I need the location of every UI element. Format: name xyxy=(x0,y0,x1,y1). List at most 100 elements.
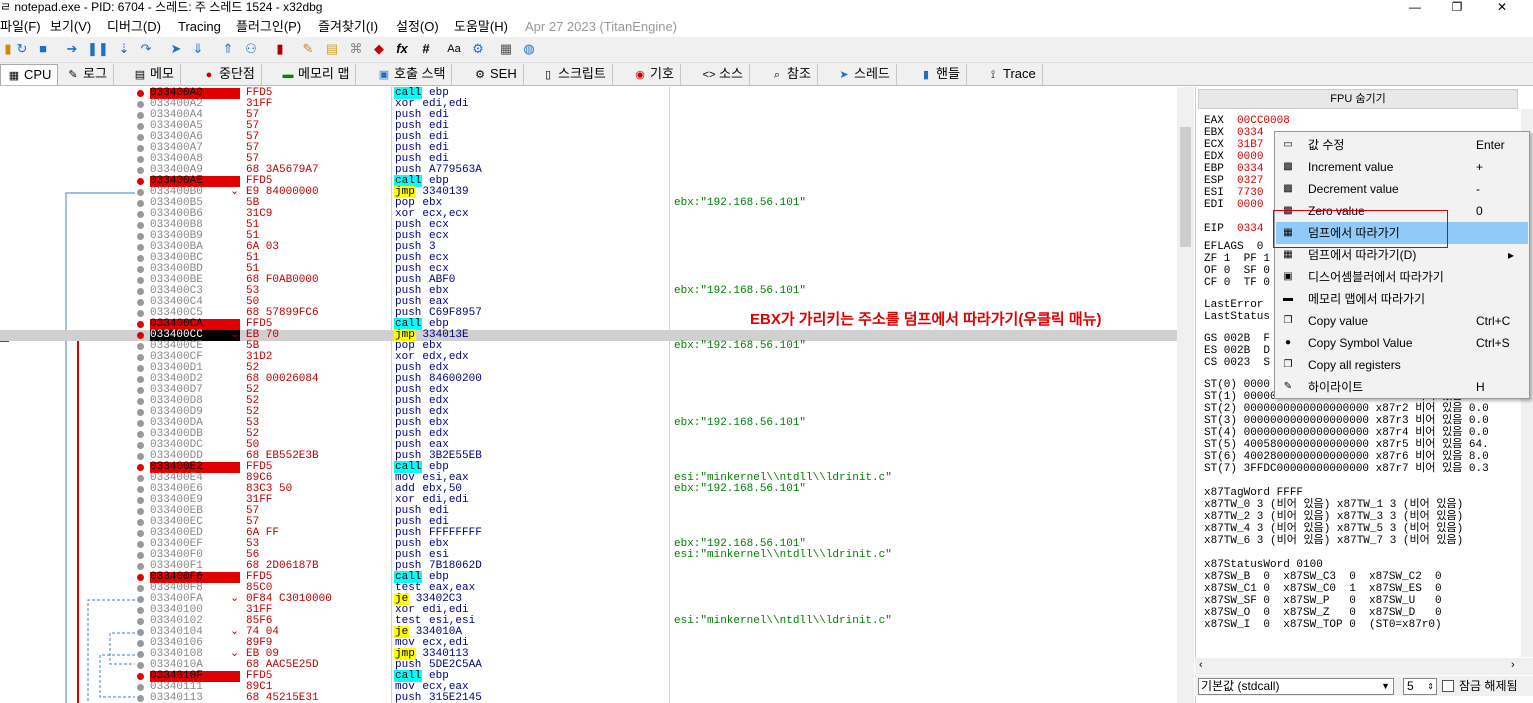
context-menu-item[interactable]: ▩ Decrement value - xyxy=(1276,178,1528,200)
registers-hscrollbar[interactable]: ‹ › xyxy=(1195,658,1533,675)
segment-row[interactable]: GS 002B F xyxy=(1204,333,1270,345)
minimize-button[interactable]: — xyxy=(1400,0,1430,16)
last-error-row[interactable]: LastStatus xyxy=(1204,311,1270,323)
breakpoint-dot-icon[interactable] xyxy=(137,596,144,603)
scroll-right-icon[interactable]: › xyxy=(1511,659,1515,671)
status-word-row[interactable]: x87SW_I 0 x87SW_TOP 0 (ST0=x87r0) xyxy=(1204,619,1442,631)
breakpoint-dot-icon[interactable] xyxy=(137,574,144,581)
register-row[interactable]: EDI 0000 xyxy=(1204,199,1263,211)
register-row[interactable]: EAX 00CC0008 xyxy=(1204,115,1290,127)
breakpoint-dot-icon[interactable] xyxy=(137,607,144,614)
breakpoint-dot-icon[interactable] xyxy=(137,222,144,229)
menu-view[interactable]: 보기(V) xyxy=(50,19,91,35)
disassembly-view[interactable]: P EBX가 가리키는 주소를 덤프에서 따라가기(우클릭 매뉴) 033400… xyxy=(0,87,1177,703)
restart-icon[interactable]: ↻ xyxy=(14,41,30,57)
tag-word-row[interactable]: x87TW_6 3 (비어 있음) x87TW_7 3 (비어 있음) xyxy=(1204,535,1463,547)
tab-threads[interactable]: ➤ 스레드 xyxy=(831,64,897,85)
tag-word-row[interactable]: x87TW_0 3 (비어 있음) x87TW_1 3 (비어 있음) xyxy=(1204,499,1463,511)
run-to-user-code-icon[interactable]: ⚇ xyxy=(243,41,259,57)
trace-over-icon[interactable]: ⇓ xyxy=(190,41,206,57)
breakpoint-dot-icon[interactable] xyxy=(137,662,144,669)
tab-symbols[interactable]: ◉ 기호 xyxy=(627,64,681,85)
globe-icon[interactable]: ◍ xyxy=(521,41,537,57)
context-menu-item[interactable]: ▭ 값 수정 Enter xyxy=(1276,134,1528,156)
context-menu-item[interactable]: ❐ Copy value Ctrl+C xyxy=(1276,310,1528,332)
segment-row[interactable]: CS 0023 S xyxy=(1204,357,1270,369)
tab-call-stack[interactable]: ▣ 호출 스택 xyxy=(371,64,453,85)
breakpoint-dot-icon[interactable] xyxy=(137,156,144,163)
breakpoint-dot-icon[interactable] xyxy=(137,277,144,284)
register-row[interactable]: EIP 0334 xyxy=(1204,223,1263,235)
breakpoint-dot-icon[interactable] xyxy=(137,255,144,262)
breakpoint-dot-icon[interactable] xyxy=(137,695,144,702)
breakpoint-dot-icon[interactable] xyxy=(137,497,144,504)
tab-log[interactable]: ✎ 로그 xyxy=(60,64,114,85)
register-row[interactable]: ESP 0327 xyxy=(1204,175,1263,187)
breakpoint-dot-icon[interactable] xyxy=(137,365,144,372)
tab-memory-map[interactable]: ▬ 메모리 맵 xyxy=(275,64,357,85)
menu-file[interactable]: 파일(F) xyxy=(0,19,41,35)
menu-debug[interactable]: 디버그(D) xyxy=(107,19,161,35)
last-error-row[interactable]: LastError xyxy=(1204,299,1263,311)
breakpoint-dot-icon[interactable] xyxy=(137,673,144,680)
breakpoint-dot-icon[interactable] xyxy=(137,332,144,339)
function-icon[interactable]: ◆ xyxy=(371,41,387,57)
tag-word-row[interactable]: x87TagWord FFFF xyxy=(1204,487,1303,499)
breakpoint-dot-icon[interactable] xyxy=(137,453,144,460)
breakpoint-dot-icon[interactable] xyxy=(137,299,144,306)
st-register-row[interactable]: ST(4) 0000000000000000000 x87r4 비어 있음 0.… xyxy=(1204,427,1489,439)
breakpoint-dot-icon[interactable] xyxy=(137,398,144,405)
run-icon[interactable]: ➔ xyxy=(64,41,80,57)
step-into-icon[interactable]: ⇣ xyxy=(116,41,132,57)
tab-seh[interactable]: ⚙ SEH xyxy=(467,64,524,85)
breakpoint-dot-icon[interactable] xyxy=(137,101,144,108)
breakpoint-dot-icon[interactable] xyxy=(137,200,144,207)
breakpoint-dot-icon[interactable] xyxy=(137,629,144,636)
segment-row[interactable]: ES 002B D xyxy=(1204,345,1270,357)
tab-source[interactable]: <> 소스 xyxy=(696,64,750,85)
tab-handles[interactable]: ▮ 핸들 xyxy=(913,64,967,85)
breakpoint-dot-icon[interactable] xyxy=(137,211,144,218)
status-word-row[interactable]: x87SW_C1 0 x87SW_C0 1 x87SW_ES 0 xyxy=(1204,583,1442,595)
st-register-row[interactable]: ST(5) 4005800000000000000 x87r5 비어 있음 64… xyxy=(1204,439,1489,451)
menu-options[interactable]: 설정(O) xyxy=(396,19,439,35)
breakpoint-dot-icon[interactable] xyxy=(137,651,144,658)
scrollbar-thumb[interactable] xyxy=(1180,127,1191,247)
tab-cpu[interactable]: ▦ CPU xyxy=(0,64,59,85)
context-menu-item[interactable]: ❐ Copy all registers xyxy=(1276,354,1528,376)
tab-references[interactable]: ⌕ 참조 xyxy=(764,64,818,85)
step-over-icon[interactable]: ↷ xyxy=(138,41,154,57)
pause-icon[interactable]: ❚❚ xyxy=(87,41,109,57)
breakpoint-dot-icon[interactable] xyxy=(137,244,144,251)
scroll-left-icon[interactable]: ‹ xyxy=(1199,659,1203,671)
bookmark-icon[interactable]: ▮ xyxy=(272,41,288,57)
fx-icon[interactable]: fx xyxy=(394,41,410,57)
context-menu-item[interactable]: ● Copy Symbol Value Ctrl+S xyxy=(1276,332,1528,354)
breakpoint-dot-icon[interactable] xyxy=(137,288,144,295)
breakpoint-dot-icon[interactable] xyxy=(137,134,144,141)
tab-notes[interactable]: ▤ 메모 xyxy=(127,64,181,85)
st-register-row[interactable]: ST(2) 0000000000000000000 x87r2 비어 있음 0.… xyxy=(1204,403,1489,415)
breakpoint-dot-icon[interactable] xyxy=(137,167,144,174)
breakpoint-dot-icon[interactable] xyxy=(137,387,144,394)
breakpoint-dot-icon[interactable] xyxy=(137,409,144,416)
breakpoint-dot-icon[interactable] xyxy=(137,90,144,97)
menu-plugins[interactable]: 플러그인(P) xyxy=(236,19,301,35)
breakpoint-dot-icon[interactable] xyxy=(137,519,144,526)
lock-checkbox[interactable] xyxy=(1442,680,1454,692)
calling-convention-select[interactable]: 기본값 (stdcall) ▼ xyxy=(1198,678,1394,695)
breakpoint-dot-icon[interactable] xyxy=(137,112,144,119)
trace-into-icon[interactable]: ➤ xyxy=(168,41,184,57)
breakpoint-dot-icon[interactable] xyxy=(137,233,144,240)
breakpoint-dot-icon[interactable] xyxy=(137,145,144,152)
register-row[interactable]: EBP 0334 xyxy=(1204,163,1263,175)
breakpoint-dot-icon[interactable] xyxy=(137,420,144,427)
patch-icon[interactable]: ✎ xyxy=(300,41,316,57)
stop-icon[interactable]: ■ xyxy=(35,41,51,57)
breakpoint-dot-icon[interactable] xyxy=(137,354,144,361)
breakpoint-dot-icon[interactable] xyxy=(137,475,144,482)
context-menu-item[interactable]: ✎ 하이라이트 H xyxy=(1276,376,1528,398)
breakpoint-dot-icon[interactable] xyxy=(137,541,144,548)
context-menu-item[interactable]: ▬ 메모리 맵에서 따라가기 xyxy=(1276,288,1528,310)
breakpoint-dot-icon[interactable] xyxy=(137,343,144,350)
